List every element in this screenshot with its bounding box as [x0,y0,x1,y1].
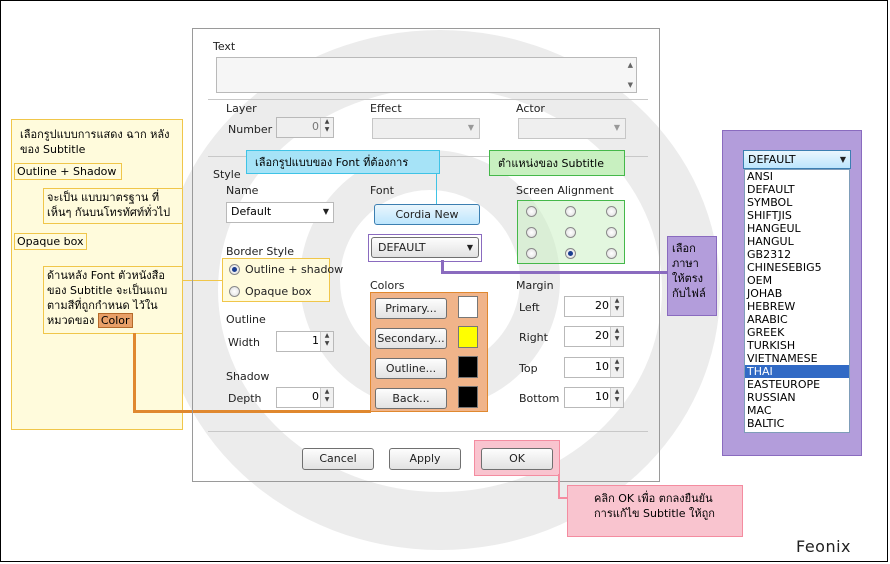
image-border [0,0,888,562]
